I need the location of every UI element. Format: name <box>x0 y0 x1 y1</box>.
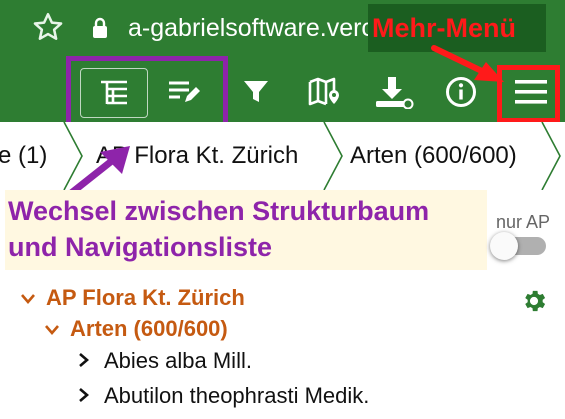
navigation-list-button[interactable] <box>152 62 216 122</box>
tree-node-ap[interactable]: AP Flora Kt. Zürich <box>20 285 245 311</box>
tree-node-species[interactable]: Abutilon theophrasti Medik. <box>78 383 369 409</box>
mehr-menu-annotation: Mehr-Menü <box>368 4 546 52</box>
tree-node-label: AP Flora Kt. Zürich <box>46 285 245 310</box>
browser-url-bar: a-gabrielsoftware.verce Mehr-Menü <box>0 0 565 62</box>
tree-node-arten[interactable]: Arten (600/600) <box>44 316 228 342</box>
tree-node-label: Abies alba Mill. <box>104 348 252 373</box>
chevron-right-icon <box>78 383 104 409</box>
chevron-down-icon <box>20 285 46 311</box>
lock-icon <box>93 17 107 38</box>
breadcrumb-item[interactable]: e (1) <box>0 142 47 170</box>
download-button[interactable] <box>368 62 420 122</box>
breadcrumb-chevron-icon <box>63 122 83 190</box>
info-button[interactable] <box>438 62 484 122</box>
filter-icon <box>244 81 268 102</box>
breadcrumb-chevron-icon <box>323 122 343 190</box>
list-edit-icon <box>169 81 200 102</box>
annotation-note: Wechsel zwischen Strukturbaum und Naviga… <box>8 193 483 265</box>
url-text[interactable]: a-gabrielsoftware.verce <box>128 14 396 43</box>
app-toolbar <box>0 62 565 122</box>
menu-icon <box>515 80 547 104</box>
info-icon <box>446 77 476 107</box>
chevron-down-icon <box>44 316 70 342</box>
bookmark-star-icon[interactable] <box>30 9 66 45</box>
download-icon <box>376 77 414 109</box>
breadcrumb-item[interactable]: AP Flora Kt. Zürich <box>96 142 298 170</box>
more-menu-button[interactable] <box>504 62 558 122</box>
map-button[interactable] <box>300 62 350 122</box>
breadcrumb-item[interactable]: Arten (600/600) <box>350 142 517 170</box>
nur-ap-label: nur AP <box>496 212 551 232</box>
tree-view-button[interactable] <box>80 68 148 118</box>
map-icon <box>308 77 339 106</box>
filter-button[interactable] <box>233 62 279 122</box>
tree-node-label: Arten (600/600) <box>70 316 228 341</box>
annotation-note-line: und Navigationsliste <box>8 232 273 262</box>
annotation-note-line: Wechsel zwischen Strukturbaum <box>8 196 430 226</box>
tree-icon <box>101 80 127 105</box>
chevron-right-icon <box>78 348 104 374</box>
breadcrumb-chevron-icon <box>541 122 561 190</box>
tree-node-species[interactable]: Abies alba Mill. <box>78 348 252 374</box>
gear-icon[interactable] <box>520 287 548 315</box>
tree-node-label: Abutilon theophrasti Medik. <box>104 383 370 408</box>
nur-ap-toggle-knob[interactable] <box>490 232 518 260</box>
breadcrumb: e (1) AP Flora Kt. Zürich Arten (600/600… <box>0 122 565 190</box>
